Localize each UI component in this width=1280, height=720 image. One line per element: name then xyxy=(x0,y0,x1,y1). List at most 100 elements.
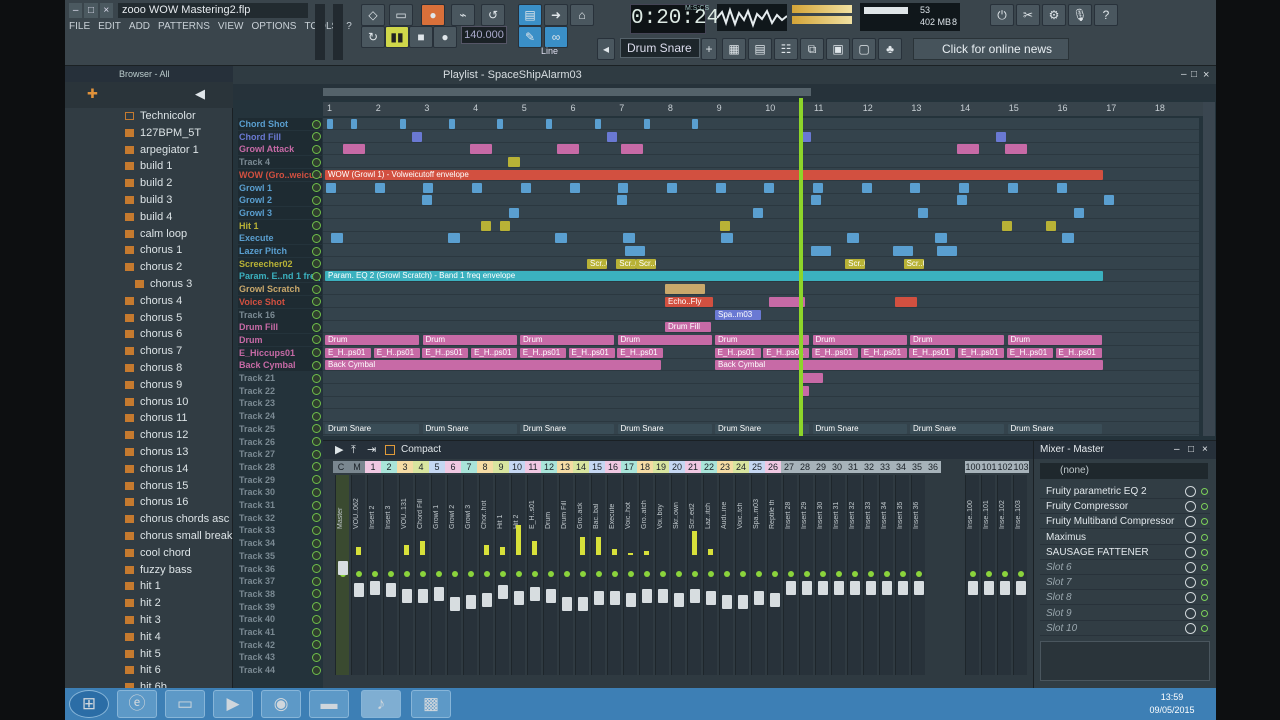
track-mute-led[interactable] xyxy=(312,271,321,281)
master-volume-slider[interactable] xyxy=(315,4,325,60)
route-led[interactable] xyxy=(1002,571,1008,577)
volume-fader[interactable] xyxy=(866,581,876,595)
browser-item[interactable]: chorus 13 xyxy=(125,444,233,460)
pattern-clip[interactable]: Param. EQ 2 (Growl Scratch) - Band 1 fre… xyxy=(325,271,1103,282)
close-button[interactable]: × xyxy=(99,3,113,18)
track-header[interactable]: Track 4 xyxy=(238,156,322,169)
mixer-min-button[interactable]: – xyxy=(1174,441,1180,459)
pattern-clip[interactable]: E_H..ps01 xyxy=(422,347,469,358)
mixer-max-button[interactable]: □ xyxy=(1188,441,1194,459)
pattern-clip[interactable] xyxy=(448,119,455,129)
route-led[interactable] xyxy=(1018,571,1024,577)
route-led[interactable] xyxy=(564,571,570,577)
pattern-clip[interactable] xyxy=(480,220,491,231)
pattern-clip[interactable] xyxy=(643,119,650,129)
menu-item-view[interactable]: VIEW xyxy=(218,21,244,36)
volume-fader[interactable] xyxy=(402,589,412,603)
route-led[interactable] xyxy=(420,571,426,577)
mixer-strip[interactable]: Laz..itch xyxy=(703,475,717,675)
volume-fader[interactable] xyxy=(802,581,812,595)
pattern-clip[interactable] xyxy=(555,233,568,244)
mix-knob[interactable] xyxy=(1185,516,1196,528)
fruity-icon[interactable]: ♣ xyxy=(878,38,902,60)
route-led[interactable] xyxy=(820,571,826,577)
volume-fader[interactable] xyxy=(354,583,364,597)
effect-slot[interactable]: Maximus xyxy=(1040,531,1210,545)
pattern-clip[interactable] xyxy=(546,119,553,129)
track-mute-led[interactable] xyxy=(312,500,321,510)
browser-item[interactable]: chorus 15 xyxy=(125,478,233,494)
pattern-clip[interactable]: Drum Snare xyxy=(1007,423,1102,434)
browser-item[interactable]: hit 4 xyxy=(125,629,233,645)
track-header[interactable]: Track 44 xyxy=(238,664,322,676)
route-led[interactable] xyxy=(516,571,522,577)
pattern-clip[interactable]: Drum xyxy=(812,334,907,345)
track-header[interactable]: Track 32 xyxy=(238,512,322,524)
effect-slot[interactable]: Slot 6 xyxy=(1040,561,1210,575)
browser-item[interactable]: chorus 9 xyxy=(125,377,233,393)
mixer-strip[interactable]: Voi..boy xyxy=(655,475,669,675)
mixer-strip[interactable]: Hit 1 xyxy=(495,475,509,675)
pattern-clip[interactable]: Scr..02 xyxy=(903,258,924,269)
pattern-clip[interactable] xyxy=(752,207,763,218)
mixer-strip[interactable]: Drum Fill xyxy=(559,475,573,675)
mixer-strip[interactable]: Insert 29 xyxy=(799,475,813,675)
volume-fader[interactable] xyxy=(818,581,828,595)
system-clock[interactable]: 13:59 09/05/2015 xyxy=(1132,691,1212,717)
pattern-clip[interactable] xyxy=(959,182,970,193)
mixer-strip[interactable]: Inse..100 xyxy=(965,475,979,675)
mixer-strip[interactable]: E_H..s01 xyxy=(527,475,541,675)
snap-magnet-icon[interactable]: ✎ xyxy=(518,26,542,48)
volume-fader[interactable] xyxy=(610,591,620,605)
track-mute-led[interactable] xyxy=(312,652,321,662)
mixer-close-button[interactable]: × xyxy=(1202,441,1208,459)
mixer-strip[interactable]: Voic..hot xyxy=(623,475,637,675)
mixer-strip[interactable]: Insert 3 xyxy=(383,475,397,675)
mixer-strip[interactable]: Insert 28 xyxy=(783,475,797,675)
volume-fader[interactable] xyxy=(418,589,428,603)
volume-fader[interactable] xyxy=(754,591,764,605)
power-icon[interactable]: ⏻ xyxy=(990,4,1014,26)
browser-item[interactable]: chorus 3 xyxy=(135,276,243,292)
volume-fader[interactable] xyxy=(898,581,908,595)
pattern-clip[interactable] xyxy=(893,246,914,256)
route-led[interactable] xyxy=(580,571,586,577)
playlist-vscroll[interactable] xyxy=(1203,102,1215,436)
volume-fader[interactable] xyxy=(722,595,732,609)
browser-item[interactable]: arpegiator 1 xyxy=(125,142,233,158)
mixer-strip[interactable]: Hit 2 xyxy=(511,475,525,675)
pattern-clip[interactable] xyxy=(666,182,677,193)
track-header[interactable]: Drum xyxy=(238,333,322,346)
volume-fader[interactable] xyxy=(706,591,716,605)
pattern-clip[interactable] xyxy=(957,195,968,206)
pattern-clip[interactable]: Scr..02 xyxy=(845,258,866,269)
pattern-clip[interactable] xyxy=(910,182,921,193)
browser-item[interactable]: 127BPM_5T xyxy=(125,125,233,141)
slot-enable-led[interactable] xyxy=(1201,548,1208,556)
effect-slot[interactable]: Fruity parametric EQ 2 xyxy=(1040,485,1210,499)
pattern-clip[interactable] xyxy=(813,182,823,193)
mixer-strip[interactable]: Insert 36 xyxy=(911,475,925,675)
route-led[interactable] xyxy=(356,571,362,577)
track-header[interactable]: Track 27 xyxy=(238,448,322,460)
route-led[interactable] xyxy=(436,571,442,577)
mixer-strip[interactable]: Insert 32 xyxy=(847,475,861,675)
mix-knob[interactable] xyxy=(1185,577,1196,589)
volume-fader[interactable] xyxy=(1000,581,1010,595)
folder-taskbar-icon[interactable]: ▬ xyxy=(309,690,349,718)
pattern-clip[interactable] xyxy=(618,182,629,193)
track-mute-led[interactable] xyxy=(312,538,321,548)
route-led[interactable] xyxy=(484,571,490,577)
track-mute-led[interactable] xyxy=(312,398,321,408)
mixer-strip[interactable]: Execute xyxy=(607,475,621,675)
route-led[interactable] xyxy=(852,571,858,577)
start-button[interactable]: ⊞ xyxy=(69,690,109,718)
track-header[interactable]: Voice Shot xyxy=(238,295,322,308)
metronome-button[interactable]: ⌂ xyxy=(570,4,594,26)
pattern-clip[interactable] xyxy=(1007,182,1018,193)
volume-fader[interactable] xyxy=(834,581,844,595)
pattern-clip[interactable] xyxy=(421,195,432,206)
route-led[interactable] xyxy=(804,571,810,577)
pattern-clip[interactable]: E_H..ps01 xyxy=(325,347,371,358)
track-mute-led[interactable] xyxy=(312,144,321,154)
